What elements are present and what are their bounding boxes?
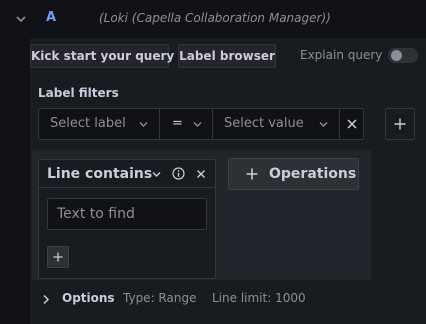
info-circle-icon[interactable] <box>172 167 185 180</box>
select-label-dropdown[interactable]: Select label <box>38 108 160 140</box>
plus-icon <box>53 252 63 262</box>
close-icon[interactable] <box>196 169 206 179</box>
kick-start-button[interactable]: Kick start your query <box>30 44 174 68</box>
text-to-find-input[interactable]: Text to find <box>47 198 207 230</box>
operation-card-line-contains: Line contains Text to find <box>38 159 216 279</box>
operation-card-header: Line contains <box>39 160 215 188</box>
query-builder-panel: Kick start your query Label browser Expl… <box>30 38 426 324</box>
select-value-dropdown[interactable]: Select value <box>212 108 340 140</box>
chevron-down-icon <box>319 122 328 127</box>
plus-icon <box>394 118 406 130</box>
select-value-placeholder: Select value <box>224 116 304 131</box>
operations-button-label: Operations <box>269 166 357 182</box>
toggle-knob <box>391 50 402 61</box>
close-icon <box>347 119 357 129</box>
datasource-name: (Loki (Capella Collaboration Manager)) <box>99 11 331 25</box>
operation-title: Line contains <box>47 166 153 182</box>
operations-area: Line contains Text to find Operations <box>32 150 371 280</box>
add-filter-button[interactable] <box>385 108 415 140</box>
chevron-right-icon[interactable] <box>42 294 50 305</box>
select-label-placeholder: Select label <box>50 116 126 131</box>
explain-query-toggle[interactable] <box>388 48 418 63</box>
plus-icon <box>246 168 258 180</box>
query-ref-id[interactable]: A <box>46 10 56 25</box>
query-editor: A (Loki (Capella Collaboration Manager))… <box>0 0 426 324</box>
collapse-chevron-down-icon[interactable] <box>14 12 28 26</box>
query-type-info: Type: Range <box>123 291 197 305</box>
options-title[interactable]: Options <box>62 291 115 305</box>
add-param-button[interactable] <box>47 246 69 268</box>
operator-value: = <box>172 116 183 131</box>
options-row[interactable]: Options Type: Range Line limit: 1000 <box>30 284 426 316</box>
explain-query-label: Explain query <box>300 48 383 62</box>
operator-dropdown[interactable]: = <box>159 108 213 140</box>
add-operation-button[interactable]: Operations <box>228 158 359 190</box>
chevron-down-icon <box>139 122 148 127</box>
chevron-down-icon[interactable] <box>152 171 161 178</box>
query-header: A (Loki (Capella Collaboration Manager)) <box>0 0 426 38</box>
label-browser-button[interactable]: Label browser <box>178 44 276 68</box>
remove-filter-button[interactable] <box>339 108 364 140</box>
chevron-down-icon <box>193 122 202 127</box>
label-filters-title: Label filters <box>38 86 119 100</box>
line-limit-info: Line limit: 1000 <box>212 291 306 305</box>
